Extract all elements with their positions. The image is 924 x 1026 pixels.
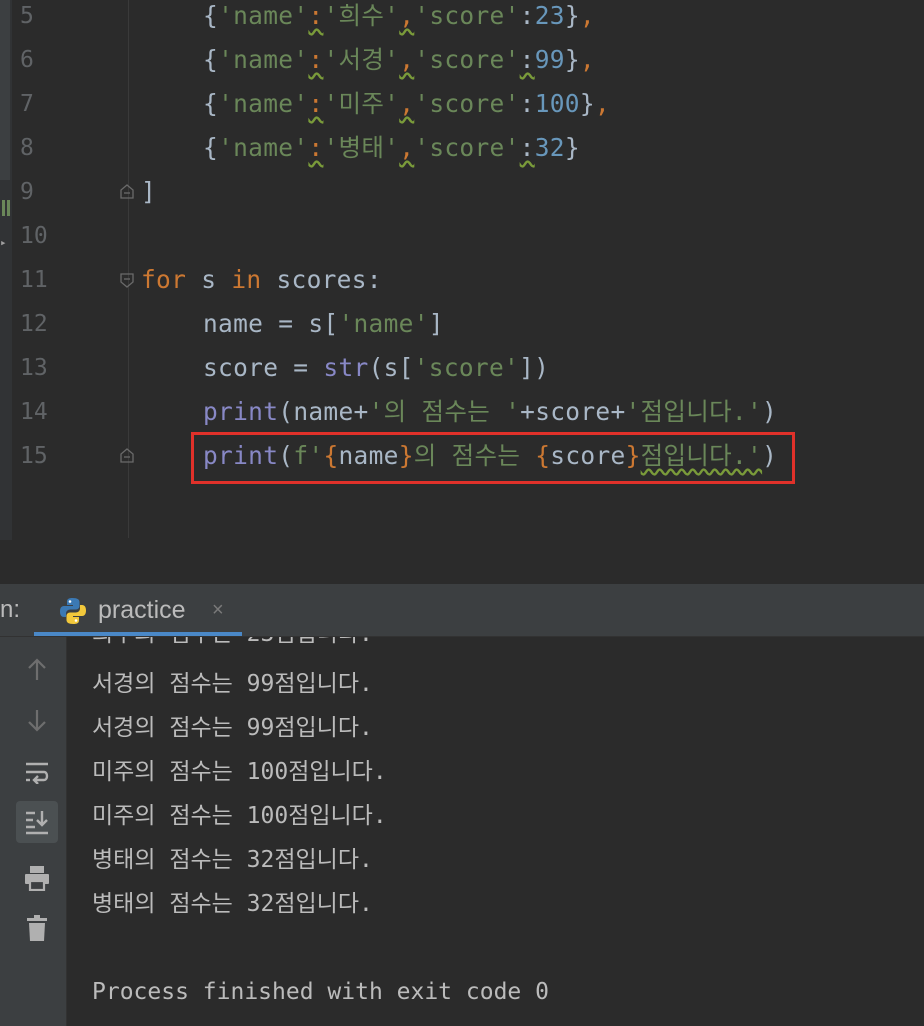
arrow-down-icon[interactable] — [16, 699, 58, 741]
console-line: 서경의 점수는 99점입니다. — [92, 671, 373, 697]
code-editor[interactable]: ▸ 5 {'name':'희수','score':23}, 6 {'name':… — [0, 0, 924, 540]
code-line[interactable]: 13 score = str(s['score']) — [0, 346, 924, 390]
console-line: 희수의 점수는 23점입니다. — [92, 637, 373, 656]
fold-icon[interactable] — [119, 272, 135, 288]
console-exit-message: Process finished with exit code 0 — [92, 979, 549, 1005]
line-number: 5 — [20, 3, 34, 29]
python-icon — [60, 598, 86, 624]
code-line[interactable]: 10 — [0, 214, 924, 258]
line-number: 14 — [20, 399, 48, 425]
console-line: 병태의 점수는 32점입니다. — [92, 847, 373, 873]
scroll-to-end-icon[interactable] — [16, 801, 58, 843]
arrow-up-icon[interactable] — [16, 649, 58, 691]
code-text[interactable]: print(name+'의 점수는 '+score+'점입니다.') — [203, 390, 777, 434]
code-line[interactable]: 5 {'name':'희수','score':23}, — [0, 0, 924, 38]
fold-icon[interactable] — [119, 184, 135, 200]
line-number: 11 — [20, 267, 48, 293]
code-text[interactable]: name = s['name'] — [203, 302, 444, 346]
line-number: 7 — [20, 91, 34, 117]
console-line: 병태의 점수는 32점입니다. — [92, 891, 373, 917]
code-text[interactable]: for s in scores: — [141, 258, 382, 302]
code-text[interactable]: {'name':'미주','score':100}, — [203, 82, 610, 126]
code-line[interactable]: 11 for s in scores: — [0, 258, 924, 302]
line-number: 8 — [20, 135, 34, 161]
code-text[interactable]: {'name':'희수','score':23}, — [203, 0, 595, 38]
console-line: 미주의 점수는 100점입니다. — [92, 759, 387, 785]
line-number: 13 — [20, 355, 48, 381]
run-panel-title: n: — [0, 596, 21, 623]
code-text[interactable]: {'name':'병태','score':32} — [203, 126, 580, 170]
soft-wrap-icon[interactable] — [16, 751, 58, 793]
fold-icon[interactable] — [119, 448, 135, 464]
trash-icon[interactable] — [16, 907, 58, 949]
line-number: 6 — [20, 47, 34, 73]
print-icon[interactable] — [16, 857, 58, 899]
code-line[interactable]: 12 name = s['name'] — [0, 302, 924, 346]
code-line[interactable]: 8 {'name':'병태','score':32} — [0, 126, 924, 170]
console-line: 미주의 점수는 100점입니다. — [92, 803, 387, 829]
run-panel-header: n: practice × — [0, 584, 924, 637]
code-line[interactable]: 6 {'name':'서경','score':99}, — [0, 38, 924, 82]
console-line: 서경의 점수는 99점입니다. — [92, 715, 373, 741]
line-number: 12 — [20, 311, 48, 337]
highlight-annotation-box — [191, 432, 795, 484]
code-text[interactable]: ] — [141, 170, 156, 214]
code-line[interactable]: 14 print(name+'의 점수는 '+score+'점입니다.') — [0, 390, 924, 434]
line-number: 9 — [20, 179, 34, 205]
code-line[interactable]: 9 ] — [0, 170, 924, 214]
code-line[interactable]: 7 {'name':'미주','score':100}, — [0, 82, 924, 126]
editor-bottom-spacer — [0, 540, 924, 584]
tab-label[interactable]: practice — [98, 584, 186, 636]
line-number: 15 — [20, 443, 48, 469]
line-number: 10 — [20, 223, 48, 249]
run-toolbar — [0, 637, 67, 1026]
console-output[interactable]: 희수의 점수는 23점입니다. 서경의 점수는 99점입니다. 서경의 점수는 … — [67, 637, 924, 1026]
code-text[interactable]: score = str(s['score']) — [203, 346, 549, 390]
code-text[interactable]: {'name':'서경','score':99}, — [203, 38, 595, 82]
close-icon[interactable]: × — [212, 584, 224, 636]
